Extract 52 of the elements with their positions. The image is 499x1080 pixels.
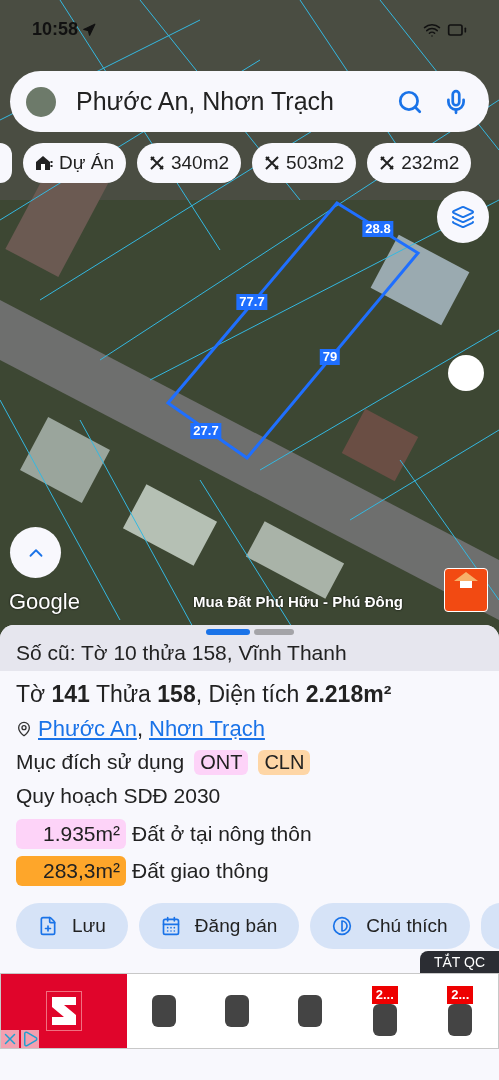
file-plus-icon: [38, 916, 58, 936]
overlay-label: Mua Đất Phú Hữu - Phú Đông: [193, 592, 403, 612]
watch-photo[interactable]: [372, 1004, 397, 1036]
land-type-text: Đất ở tại nông thôn: [132, 821, 312, 847]
house-icon: [35, 155, 53, 171]
plan-title: Quy hoạch SDĐ 2030: [16, 783, 222, 809]
edge-length-label: 28.8: [362, 221, 394, 237]
ruler-cross-icon: [264, 155, 281, 171]
house-logo: [444, 568, 488, 612]
half-circle-icon: [332, 916, 353, 936]
watch-photo[interactable]: [225, 995, 250, 1027]
location-pin-icon: [16, 721, 32, 737]
old-number-text: Số cũ: Tờ 10 thửa 158, Vĩnh Thanh: [16, 640, 347, 666]
status-time: 10:58: [32, 18, 79, 41]
chip-edge[interactable]: [0, 143, 12, 183]
calendar-icon: [160, 916, 181, 936]
layers-icon: [451, 205, 475, 229]
close-ads-tab[interactable]: TẮT QC: [419, 951, 499, 973]
area-tag: 1.935m²: [16, 819, 126, 849]
purpose-tag: ONT: [194, 749, 249, 775]
filter-chip[interactable]: 232m2: [367, 143, 472, 183]
location-arrow-icon: [82, 22, 97, 37]
price-badge: 2...: [371, 986, 398, 1004]
action-button[interactable]: Lưu: [16, 903, 128, 949]
edge-length-label: 77.7: [236, 294, 268, 310]
watch-photo[interactable]: [448, 1004, 473, 1036]
filter-chip[interactable]: 503m2: [252, 143, 357, 183]
map-attribution: Google: [9, 589, 80, 615]
ruler-cross-icon: [379, 155, 396, 171]
edge-length-label: 79: [319, 349, 341, 365]
price-badge: 2...: [447, 986, 474, 1004]
pager-bar[interactable]: [205, 629, 250, 635]
area-tag: 283,3m²: [16, 856, 126, 886]
filter-chip[interactable]: Dự Án: [23, 143, 126, 183]
logo-icon: [46, 991, 82, 1031]
watch-photo[interactable]: [298, 995, 323, 1027]
comma-text: ,: [136, 715, 143, 743]
search-text: Phước An, Nhơn Trạch: [76, 85, 335, 117]
search-bar[interactable]: Phước An, Nhơn Trạch: [10, 71, 489, 132]
search-icon[interactable]: [397, 88, 423, 115]
location-link[interactable]: Phước An: [38, 714, 137, 744]
purpose-label: Mục đích sử dụng: [16, 749, 185, 775]
location-link[interactable]: Nhơn Trạch: [149, 714, 265, 744]
action-button[interactable]: Chú thích: [310, 903, 470, 949]
ruler-cross-icon: [148, 155, 165, 171]
watch-photo[interactable]: [151, 995, 176, 1027]
action-button[interactable]: Đăng bán: [138, 903, 300, 949]
land-type-text: Đất giao thông: [132, 858, 269, 884]
parcel-title: Tờ 141 Thửa 158, Diện tích 2.218m²: [16, 680, 393, 709]
filter-chip[interactable]: 340m2: [136, 143, 242, 183]
purpose-tag: CLN: [258, 749, 311, 775]
edge-length-label: 27.7: [190, 423, 222, 439]
